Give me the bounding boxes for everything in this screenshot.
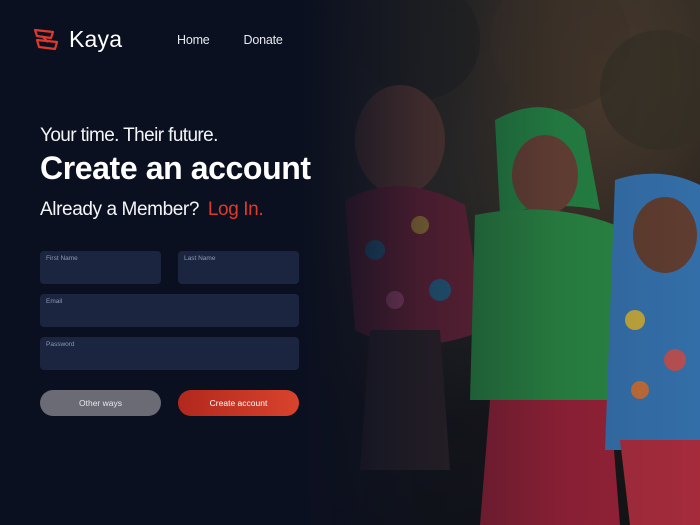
signup-page: Kaya Home Donate Your time. Their future… <box>0 0 700 525</box>
brand-logo[interactable]: Kaya <box>33 26 122 53</box>
last-name-label: Last Name <box>184 255 216 262</box>
brand-name: Kaya <box>69 26 123 52</box>
member-prompt-text: Already a Member? <box>40 199 199 220</box>
password-label: Password <box>46 341 75 348</box>
page-title: Create an account <box>40 150 311 186</box>
nav-donate-link[interactable]: Donate <box>244 33 283 47</box>
login-link[interactable]: Log In. <box>208 199 264 220</box>
create-account-button[interactable]: Create account <box>178 390 299 416</box>
children-photo-illustration <box>345 0 700 525</box>
password-input[interactable] <box>46 350 293 366</box>
member-prompt: Already a Member? Log In. <box>40 199 264 221</box>
nav-home-link[interactable]: Home <box>177 33 210 47</box>
first-name-input[interactable] <box>46 264 155 280</box>
first-name-label: First Name <box>46 255 78 262</box>
email-input[interactable] <box>46 307 293 323</box>
hero-photo <box>300 0 700 525</box>
first-name-field[interactable]: First Name <box>40 251 161 284</box>
last-name-input[interactable] <box>184 264 293 280</box>
email-label: Email <box>46 298 63 305</box>
last-name-field[interactable]: Last Name <box>178 251 299 284</box>
tagline: Your time. Their future. <box>40 125 218 146</box>
top-nav: Home Donate <box>177 33 283 47</box>
other-ways-button[interactable]: Other ways <box>40 390 161 416</box>
email-field[interactable]: Email <box>40 294 299 327</box>
kaya-logo-icon <box>33 28 59 50</box>
password-field[interactable]: Password <box>40 337 299 370</box>
